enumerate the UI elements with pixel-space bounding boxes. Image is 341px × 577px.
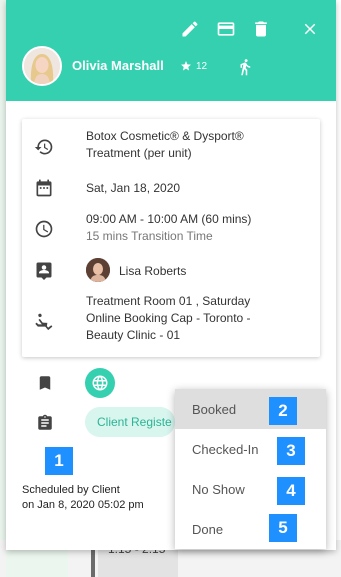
loyalty-rating: 12 bbox=[180, 60, 207, 72]
room-location: Treatment Room 01 , Saturday Online Book… bbox=[86, 294, 251, 342]
appointment-date: Sat, Jan 18, 2020 bbox=[86, 181, 181, 195]
annotation-badge-3: 3 bbox=[277, 437, 305, 465]
edit-icon[interactable] bbox=[179, 18, 201, 40]
annotation-badge-1: 1 bbox=[45, 447, 73, 475]
appointment-time: 09:00 AM - 10:00 AM (60 mins) 15 mins Tr… bbox=[86, 212, 252, 243]
client-tag-pill[interactable]: Client Registe bbox=[85, 407, 175, 437]
bookmark-icon bbox=[36, 374, 54, 392]
clock-icon bbox=[34, 219, 54, 239]
client-name[interactable]: Olivia Marshall bbox=[72, 58, 164, 73]
loyalty-count: 12 bbox=[196, 60, 208, 72]
service-history-icon bbox=[34, 137, 54, 157]
payment-card-icon[interactable] bbox=[215, 18, 237, 40]
status-option-booked[interactable]: Booked bbox=[175, 389, 326, 429]
status-option-done[interactable]: Done bbox=[175, 509, 326, 549]
appointment-popup: Olivia Marshall 12 Botox Cosmetic® & Dys… bbox=[6, 0, 336, 550]
walk-in-icon[interactable] bbox=[236, 56, 256, 78]
status-dropdown-menu: Booked Checked-In No Show Done 2 3 4 5 bbox=[175, 389, 326, 549]
annotation-badge-5: 5 bbox=[269, 514, 297, 542]
appointment-details: Botox Cosmetic® & Dysport® Treatment (pe… bbox=[22, 119, 320, 357]
provider-avatar[interactable] bbox=[86, 258, 110, 282]
star-icon bbox=[181, 61, 191, 71]
client-avatar[interactable] bbox=[22, 46, 62, 86]
clipboard-icon bbox=[36, 414, 54, 432]
annotation-badge-2: 2 bbox=[269, 397, 297, 425]
close-icon[interactable] bbox=[299, 18, 321, 40]
popup-header: Olivia Marshall 12 bbox=[6, 0, 336, 101]
room-icon bbox=[34, 312, 54, 332]
service-name: Botox Cosmetic® & Dysport® Treatment (pe… bbox=[86, 129, 244, 160]
delete-icon[interactable] bbox=[250, 18, 272, 40]
calendar-icon bbox=[34, 178, 54, 198]
provider-icon bbox=[34, 260, 54, 280]
annotation-badge-4: 4 bbox=[277, 477, 305, 505]
scheduled-by-info: Scheduled by Client on Jan 8, 2020 05:02… bbox=[22, 484, 144, 511]
online-booking-globe-icon[interactable] bbox=[85, 368, 115, 398]
provider-name[interactable]: Lisa Roberts bbox=[119, 263, 186, 280]
